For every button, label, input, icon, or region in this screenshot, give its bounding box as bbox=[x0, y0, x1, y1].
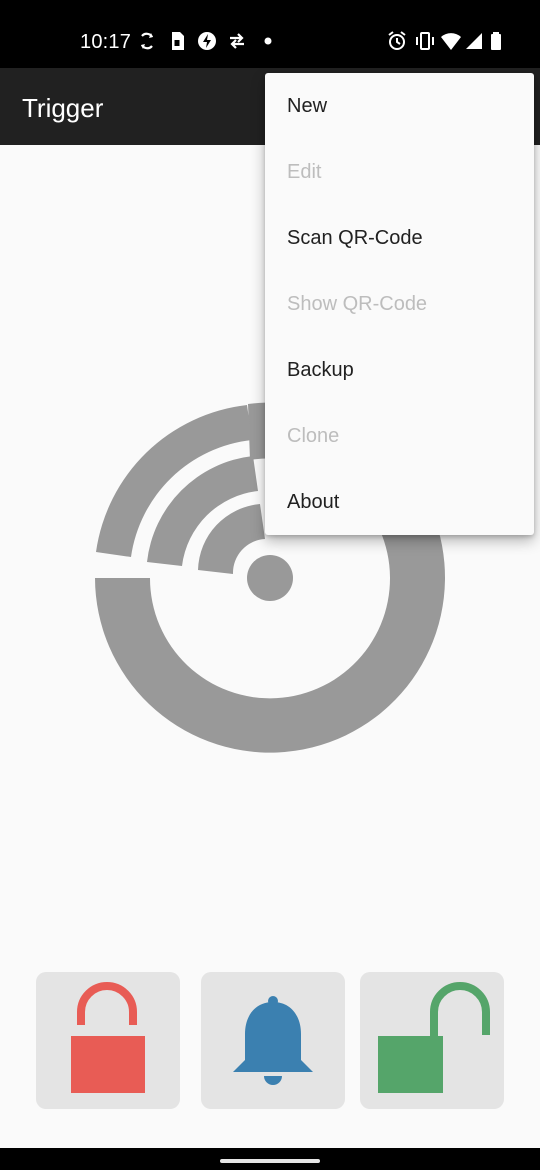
vibrate-icon bbox=[414, 30, 436, 52]
bell-icon bbox=[233, 996, 313, 1085]
screen: 10:17 Trigger New Edit Scan QR-Code Show… bbox=[0, 0, 540, 1170]
status-bar: 10:17 bbox=[0, 0, 540, 68]
unlock-button[interactable] bbox=[360, 972, 504, 1109]
sync-icon bbox=[136, 30, 158, 52]
home-indicator[interactable] bbox=[220, 1159, 320, 1163]
data-transfer-icon bbox=[226, 30, 248, 52]
menu-item-new[interactable]: New bbox=[265, 73, 534, 139]
alarm-icon bbox=[386, 30, 408, 52]
menu-item-edit: Edit bbox=[265, 139, 534, 205]
menu-item-label: Scan QR-Code bbox=[287, 227, 423, 249]
menu-item-label: Backup bbox=[287, 359, 354, 381]
overflow-menu: New Edit Scan QR-Code Show QR-Code Backu… bbox=[265, 73, 534, 535]
unlock-icon bbox=[378, 982, 490, 1093]
menu-item-label: Edit bbox=[287, 161, 322, 183]
dot-icon bbox=[257, 30, 279, 52]
menu-item-label: Clone bbox=[287, 425, 340, 447]
battery-icon bbox=[485, 30, 507, 52]
sim-card-icon bbox=[166, 30, 188, 52]
wifi-icon bbox=[440, 30, 462, 52]
flash-icon bbox=[196, 30, 218, 52]
signal-icon bbox=[463, 30, 485, 52]
menu-item-backup[interactable]: Backup bbox=[265, 337, 534, 403]
menu-item-label: Show QR-Code bbox=[287, 293, 428, 315]
lock-button[interactable] bbox=[36, 972, 180, 1109]
menu-item-label: New bbox=[287, 95, 328, 117]
ring-button[interactable] bbox=[201, 972, 345, 1109]
status-time: 10:17 bbox=[80, 31, 132, 53]
menu-item-label: About bbox=[287, 491, 340, 513]
menu-item-clone: Clone bbox=[265, 403, 534, 469]
navigation-bar bbox=[0, 1148, 540, 1170]
menu-item-about[interactable]: About bbox=[265, 469, 534, 535]
app-title: Trigger bbox=[22, 93, 104, 123]
menu-item-show-qr-code: Show QR-Code bbox=[265, 271, 534, 337]
lock-icon bbox=[71, 982, 145, 1093]
menu-item-scan-qr-code[interactable]: Scan QR-Code bbox=[265, 205, 534, 271]
